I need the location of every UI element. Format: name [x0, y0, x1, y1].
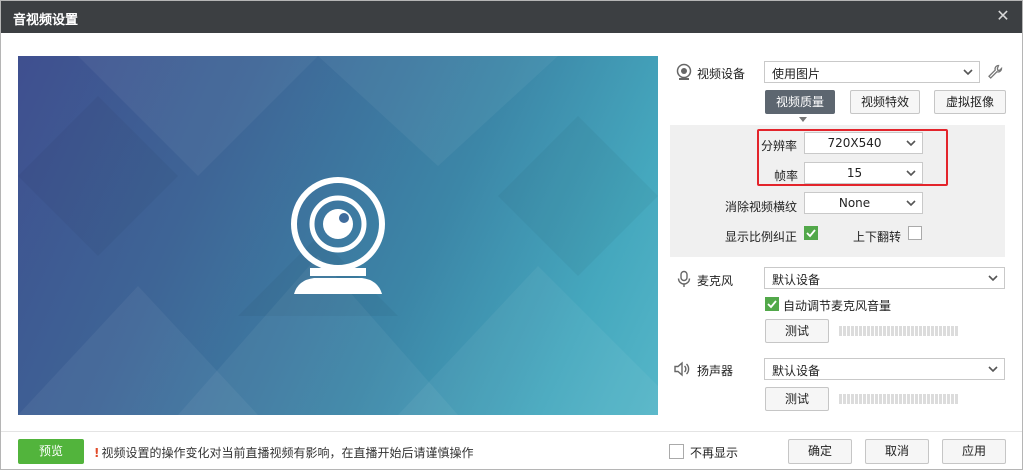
flip-label: 上下翻转 — [853, 230, 902, 244]
tab-virtual-matting[interactable]: 虚拟抠像 — [934, 90, 1006, 114]
microphone-device-value: 默认设备 — [772, 273, 821, 287]
auto-gain-label: 自动调节麦克风音量 — [783, 299, 892, 313]
footer-divider — [1, 431, 1022, 432]
title-bar[interactable]: 音视频设置 ✕ — [1, 1, 1022, 33]
microphone-label: 麦克风 — [697, 274, 734, 288]
ok-button[interactable]: 确定 — [788, 439, 852, 464]
highlight-box — [757, 129, 948, 186]
speaker-icon — [674, 361, 690, 377]
chevron-down-icon — [963, 69, 973, 76]
checkmark-icon — [806, 229, 816, 238]
speaker-select[interactable]: 默认设备 — [764, 358, 1005, 380]
deinterlace-select[interactable]: None — [804, 192, 923, 214]
microphone-icon — [677, 270, 691, 287]
mic-level-meter — [839, 326, 959, 336]
microphone-select[interactable]: 默认设备 — [764, 267, 1005, 289]
mic-test-button[interactable]: 测试 — [765, 319, 829, 343]
dont-show-again-checkbox[interactable] — [669, 444, 684, 459]
tab-video-quality[interactable]: 视频质量 — [765, 90, 835, 114]
aspect-correction-label: 显示比例纠正 — [725, 230, 798, 244]
video-device-select[interactable]: 使用图片 — [764, 61, 980, 83]
dont-show-again-label: 不再显示 — [690, 446, 739, 460]
video-device-value: 使用图片 — [772, 67, 821, 81]
chevron-down-icon — [906, 200, 916, 207]
apply-button[interactable]: 应用 — [942, 439, 1006, 464]
aspect-correction-checkbox[interactable] — [804, 226, 818, 240]
video-device-label: 视频设备 — [697, 67, 746, 81]
speaker-label: 扬声器 — [697, 364, 734, 378]
deinterlace-value: None — [838, 196, 871, 210]
deinterlace-label: 消除视频横纹 — [725, 200, 798, 214]
webcam-icon — [291, 177, 385, 294]
speaker-device-value: 默认设备 — [772, 364, 821, 378]
window-title: 音视频设置 — [13, 13, 79, 28]
cancel-button[interactable]: 取消 — [865, 439, 929, 464]
speaker-test-button[interactable]: 测试 — [765, 387, 829, 411]
tab-video-effects[interactable]: 视频特效 — [850, 90, 920, 114]
checkmark-icon — [767, 300, 777, 309]
warning-icon: ! — [94, 446, 100, 460]
close-icon[interactable]: ✕ — [994, 7, 1012, 25]
chevron-down-icon — [988, 366, 998, 373]
auto-gain-checkbox[interactable] — [765, 297, 779, 311]
wrench-icon[interactable] — [986, 63, 1004, 81]
warning-text: 视频设置的操作变化对当前直播视频有影响，在直播开始后请谨慎操作 — [101, 446, 474, 460]
av-settings-window: 音视频设置 ✕ 视频设备 使用图片 视频质量 视频特效 虚拟抠像 分辨率 720… — [0, 0, 1023, 470]
active-tab-pointer — [799, 117, 807, 122]
preview-button[interactable]: 预览 — [18, 439, 84, 464]
chevron-down-icon — [988, 275, 998, 282]
flip-checkbox[interactable] — [908, 226, 922, 240]
speaker-level-meter — [839, 394, 959, 404]
camera-icon — [676, 63, 692, 80]
warning-message: ! 视频设置的操作变化对当前直播视频有影响，在直播开始后请谨慎操作 — [94, 444, 474, 461]
video-preview — [18, 56, 658, 415]
